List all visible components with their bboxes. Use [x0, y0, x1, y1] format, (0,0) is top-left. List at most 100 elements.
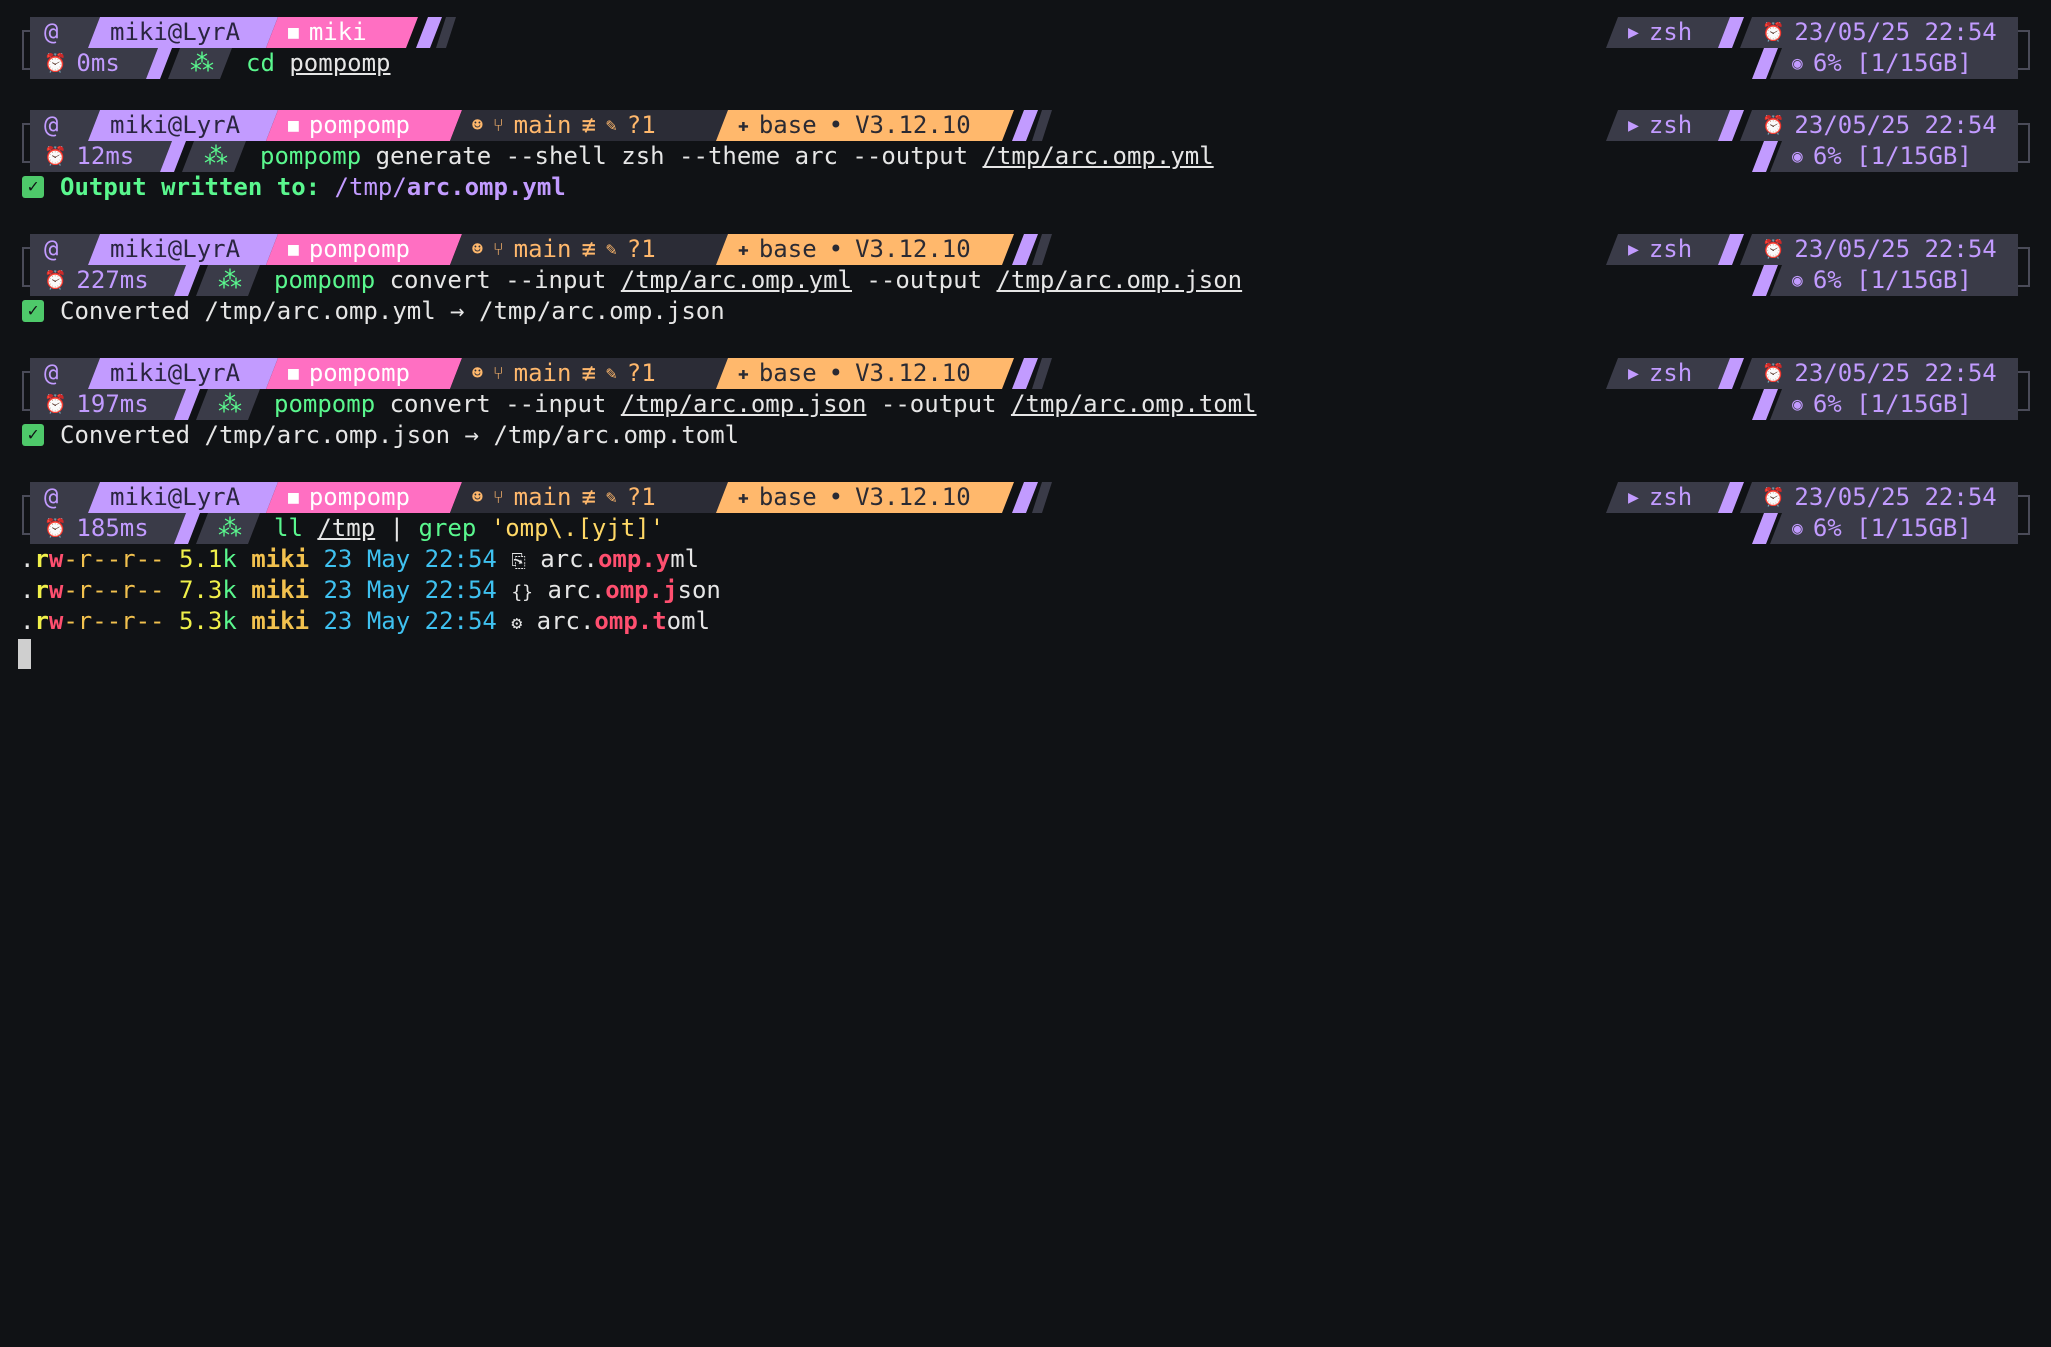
clock-icon: ⏰	[1762, 239, 1785, 260]
folder-icon: ■	[288, 22, 299, 43]
memory-icon: ◉	[1792, 146, 1803, 167]
path-segment: ■ miki	[266, 17, 418, 48]
terminal-icon: ▶	[1628, 363, 1639, 384]
command-args: convert --input	[375, 390, 621, 418]
alarm-icon: ⏰	[44, 394, 67, 415]
memory-label: 6% [1/15GB]	[1812, 514, 1972, 542]
clock-icon: ⏰	[1762, 115, 1785, 136]
file-name: arc.	[536, 607, 595, 635]
command-name: pompomp	[274, 266, 376, 294]
bullet-separator: •	[828, 111, 844, 139]
alarm-icon: ⏰	[44, 518, 67, 539]
memory-segment: ◉ 6% [1/15GB]	[1770, 389, 2018, 420]
checkmark-icon: ✓	[22, 424, 44, 446]
memory-label: 6% [1/15GB]	[1812, 266, 1972, 294]
output-message: Converted /tmp/arc.omp.yml → /tmp/arc.om…	[60, 297, 725, 325]
output-line: ✓ Output written to: /tmp/arc.omp.yml	[0, 172, 2051, 203]
datetime-segment: ⏰ 23/05/25 22:54	[1740, 17, 2018, 48]
file-date: 23 May 22:54	[323, 576, 497, 604]
cat-icon: ☻	[472, 487, 483, 508]
git-segment: ☻ ⑂ main ≢ ✎ ?1	[450, 358, 730, 389]
git-status-label: ?1	[626, 235, 656, 263]
git-segment: ☻ ⑂ main ≢ ✎ ?1	[450, 234, 730, 265]
command-line-1[interactable]: cd pompomp	[246, 48, 391, 79]
command-name: ll	[274, 514, 303, 542]
alarm-icon: ⏰	[44, 270, 67, 291]
duration-segment: ⏰ 227ms	[30, 265, 186, 296]
command-line-2[interactable]: pompomp generate --shell zsh --theme arc…	[260, 141, 1214, 172]
python-icon: ✚	[738, 115, 749, 136]
command-path: /tmp/arc.omp.json	[620, 390, 867, 418]
output-message: Output written to: /tmp/arc.omp.yml	[60, 172, 566, 203]
file-size-unit: k	[222, 576, 237, 604]
file-owner: miki	[251, 607, 310, 635]
text-cursor[interactable]	[18, 639, 31, 669]
spark-icon: ⁂	[190, 49, 214, 77]
file-name-match: omp.	[594, 607, 653, 635]
git-branch-label: main	[513, 235, 572, 263]
output-file: arc.omp.yml	[406, 173, 566, 201]
prompt-line-top: @ miki@LyrA ■ miki ▶ zsh ⏰ 23/05/25 22:54	[0, 17, 2051, 48]
toml-gear-icon: ⚙	[511, 613, 523, 634]
terminal-icon: ▶	[1628, 239, 1639, 260]
terminal-icon: ▶	[1628, 487, 1639, 508]
git-status-label: ?1	[626, 359, 656, 387]
folder-icon: ■	[288, 487, 299, 508]
git-branch-label: main	[513, 483, 572, 511]
prompt-symbol-segment: ⁂	[196, 513, 260, 544]
command-line-3[interactable]: pompomp convert --input /tmp/arc.omp.yml…	[274, 265, 1242, 296]
git-branch-label: main	[513, 111, 572, 139]
user-host-label: miki@LyrA	[110, 483, 241, 511]
memory-icon: ◉	[1792, 270, 1803, 291]
folder-icon: ■	[288, 239, 299, 260]
bullet-separator: •	[828, 483, 844, 511]
env-label: base	[758, 483, 817, 511]
pipe-operator: |	[375, 514, 419, 542]
folder-icon: ■	[288, 115, 299, 136]
file-name-match: y	[655, 545, 671, 573]
command-name: cd	[246, 49, 275, 77]
memory-segment: ◉ 6% [1/15GB]	[1770, 265, 2018, 296]
file-date: 23 May 22:54	[323, 607, 497, 635]
spark-icon: ⁂	[218, 514, 242, 542]
terminal-window[interactable]: @ miki@LyrA ■ miki ▶ zsh ⏰ 23/05/25 22:54 ⏰…	[0, 0, 2051, 1347]
command-args: generate --shell zsh --theme arc --outpu…	[361, 142, 983, 170]
bullet-separator: •	[828, 359, 844, 387]
diverged-icon: ≢	[581, 359, 596, 387]
file-owner: miki	[251, 576, 310, 604]
list-item: .rw-r--r-- 7.3k miki 23 May 22:54 {} arc…	[0, 575, 2051, 606]
output-line: ✓ Converted /tmp/arc.omp.json → /tmp/arc…	[0, 420, 2051, 451]
duration-segment: ⏰ 197ms	[30, 389, 186, 420]
os-segment: @	[30, 110, 100, 141]
user-host-label: miki@LyrA	[110, 235, 241, 263]
command-args: --output	[851, 266, 997, 294]
datetime-segment: ⏰ 23/05/25 22:54	[1740, 234, 2018, 265]
command-path: /tmp	[317, 514, 376, 542]
file-name: oml	[666, 607, 711, 635]
clock-icon: ⏰	[1762, 22, 1785, 43]
command-line-5[interactable]: ll /tmp | grep 'omp\.[yjt]'	[274, 513, 664, 544]
edit-icon: ✎	[605, 363, 617, 384]
file-owner: miki	[251, 545, 310, 573]
alarm-icon: ⏰	[44, 146, 67, 167]
datetime-segment: ⏰ 23/05/25 22:54	[1740, 110, 2018, 141]
duration-segment: ⏰ 0ms	[30, 48, 158, 79]
prompt-line-bottom: ⏰ 197ms ⁂ pompomp convert --input /tmp/ar…	[0, 389, 2051, 420]
branch-icon: ⑂	[492, 115, 504, 136]
prompt-line-bottom: ⏰ 185ms ⁂ ll /tmp | grep 'omp\.[yjt]' ◉ 6%…	[0, 513, 2051, 544]
diverged-icon: ≢	[581, 235, 596, 263]
debian-swirl-icon: @	[44, 111, 59, 139]
duration-segment: ⏰ 185ms	[30, 513, 186, 544]
file-name: ml	[670, 545, 700, 573]
prompt-symbol-segment: ⁂	[196, 389, 260, 420]
path-segment: ■ pompomp	[266, 358, 462, 389]
output-message: Converted /tmp/arc.omp.json → /tmp/arc.o…	[60, 421, 740, 449]
perm-read: r	[34, 607, 49, 635]
path-segment: ■ pompomp	[266, 234, 462, 265]
checkmark-icon: ✓	[22, 176, 44, 198]
folder-icon: ■	[288, 363, 299, 384]
output-dir: /tmp/	[334, 173, 407, 201]
list-item: .rw-r--r-- 5.1k miki 23 May 22:54 ⎘ arc.…	[0, 544, 2051, 575]
os-segment: @	[30, 234, 100, 265]
command-line-4[interactable]: pompomp convert --input /tmp/arc.omp.jso…	[274, 389, 1257, 420]
